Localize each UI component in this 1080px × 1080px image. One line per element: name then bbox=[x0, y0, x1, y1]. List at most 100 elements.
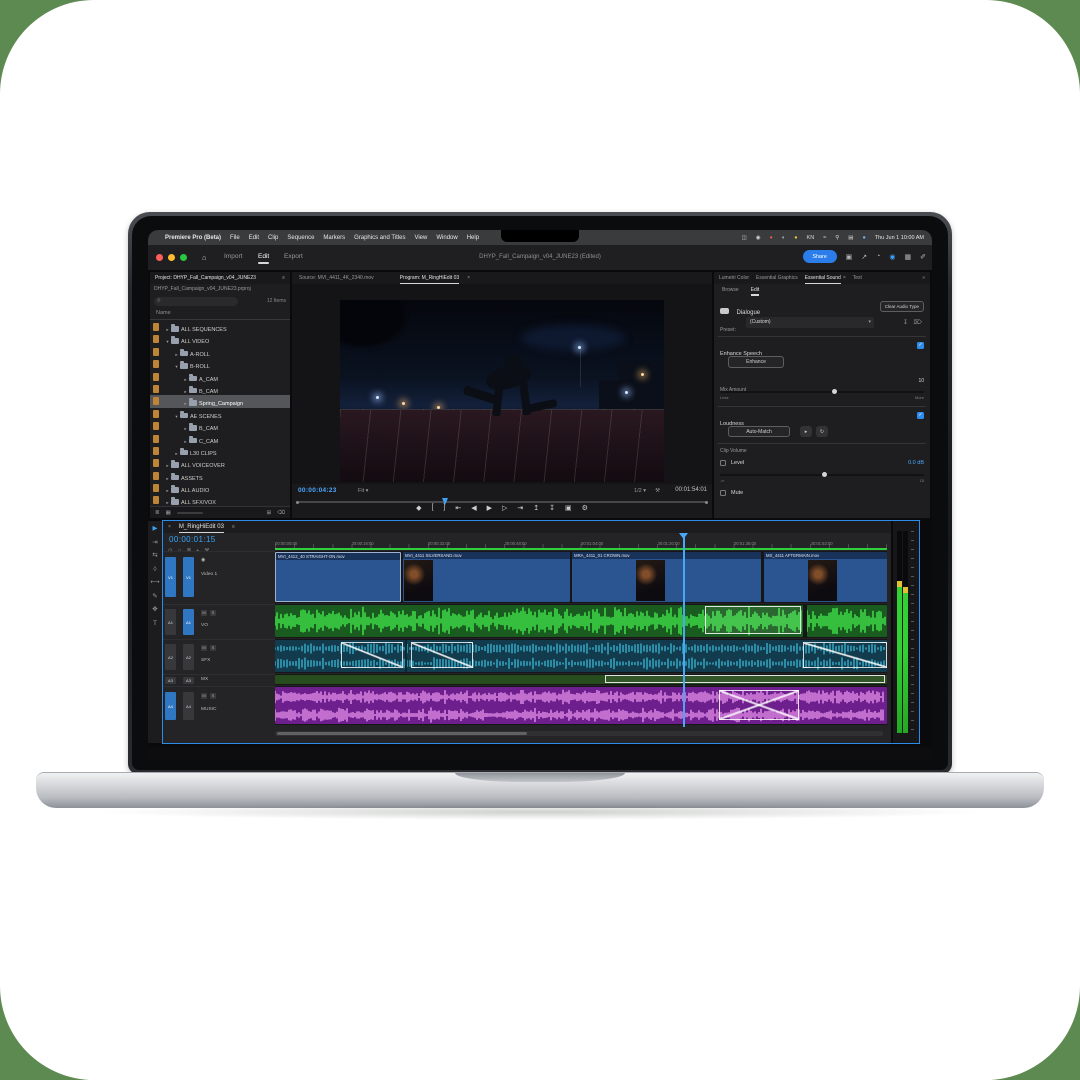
bin-row[interactable]: ▾AE SCENES bbox=[150, 408, 290, 420]
label-color-chip[interactable] bbox=[153, 335, 159, 343]
audio-crossfade[interactable] bbox=[719, 690, 799, 720]
panel-menu-icon[interactable]: ≡ bbox=[282, 275, 285, 281]
track-header-a4[interactable]: A4 A4 M S MUSIC bbox=[163, 686, 275, 725]
clip-selection-outline[interactable] bbox=[605, 675, 885, 683]
bin-row-selected[interactable]: ▸Spring_Campaign bbox=[150, 395, 290, 407]
track-target[interactable]: A1 bbox=[183, 609, 194, 635]
subtab-browse[interactable]: Browse bbox=[722, 287, 739, 293]
close-window-button[interactable] bbox=[156, 254, 163, 261]
track-header-v1[interactable]: V1 V1 ◉ Video 1 bbox=[163, 551, 275, 603]
solo-track-button[interactable]: S bbox=[210, 693, 216, 699]
display-status-icon[interactable]: ◫ bbox=[742, 235, 747, 241]
collaborate-icon[interactable]: ◉ bbox=[889, 253, 895, 261]
playhead-line[interactable] bbox=[683, 533, 685, 727]
mute-track-button[interactable]: M bbox=[201, 610, 207, 616]
label-color-chip[interactable] bbox=[153, 385, 159, 393]
source-patch[interactable]: A4 bbox=[165, 692, 176, 720]
monitor-settings-icon[interactable]: ⚒ bbox=[655, 488, 660, 494]
menu-sequence[interactable]: Sequence bbox=[287, 235, 314, 241]
track-name[interactable]: MX bbox=[201, 677, 208, 682]
bin-row[interactable]: ▾ALL VIDEO bbox=[150, 333, 290, 345]
razor-tool[interactable]: ◊ bbox=[153, 566, 156, 574]
hand-tool[interactable]: ✥ bbox=[152, 606, 157, 614]
label-color-chip[interactable] bbox=[153, 323, 159, 331]
delete-icon[interactable]: ⌫ bbox=[277, 510, 285, 516]
video-clip[interactable]: MX_4411 AFTERMAIN.mov bbox=[764, 552, 887, 602]
home-icon[interactable]: ⌂ bbox=[202, 253, 207, 262]
zoom-window-button[interactable] bbox=[180, 254, 187, 261]
panel-overflow-icon[interactable]: » bbox=[922, 275, 925, 281]
play-button[interactable]: ▶ bbox=[487, 504, 492, 512]
track-header-a2[interactable]: A2 A2 M S SFX bbox=[163, 639, 275, 673]
icon-view-icon[interactable]: ▦ bbox=[166, 510, 171, 516]
program-timecode[interactable]: 00:00:04:23 bbox=[298, 487, 337, 494]
type-tool[interactable]: T bbox=[153, 620, 157, 628]
notification-status-icon[interactable]: ● bbox=[770, 235, 773, 241]
stage-manager-status-icon[interactable]: ● bbox=[794, 235, 797, 241]
source-monitor-tab[interactable]: Source: MVI_4411_4K_2340.mov bbox=[299, 275, 374, 281]
subtab-edit[interactable]: Edit bbox=[751, 287, 760, 293]
loudness-reset-button[interactable]: ↻ bbox=[816, 426, 828, 437]
slider-knob[interactable] bbox=[822, 472, 827, 477]
audio-track-a4[interactable] bbox=[275, 686, 887, 725]
lift-button[interactable]: ↥ bbox=[533, 504, 539, 512]
track-name[interactable]: VO bbox=[201, 623, 208, 628]
label-color-chip[interactable] bbox=[153, 422, 159, 430]
timeline-timecode[interactable]: 00:00:01:15 bbox=[169, 535, 216, 544]
menu-file[interactable]: File bbox=[230, 235, 240, 241]
step-back-button[interactable]: ◀ bbox=[471, 504, 476, 512]
minimize-window-button[interactable] bbox=[168, 254, 175, 261]
level-slider[interactable] bbox=[720, 474, 924, 476]
workspaces-icon[interactable]: ▦ bbox=[905, 253, 912, 261]
name-column-header[interactable]: Name bbox=[156, 310, 171, 316]
track-name[interactable]: MUSIC bbox=[201, 707, 216, 712]
save-preset-icon[interactable]: ↧ bbox=[903, 319, 908, 326]
search-status-icon[interactable]: ⚲ bbox=[835, 235, 839, 241]
track-target[interactable]: A3 bbox=[183, 677, 194, 684]
go-to-out-button[interactable]: ⇥ bbox=[517, 504, 523, 512]
label-color-chip[interactable] bbox=[153, 360, 159, 368]
track-target[interactable]: A4 bbox=[183, 692, 194, 720]
solo-track-button[interactable]: S bbox=[210, 645, 216, 651]
tab-essential-sound[interactable]: Essential Sound bbox=[805, 275, 841, 281]
project-breadcrumb[interactable]: DHYP_Fall_Campaign_v04_JUNE23.prproj bbox=[154, 286, 286, 292]
control-center-icon[interactable]: ▤ bbox=[848, 235, 853, 241]
ripple-edit-tool[interactable]: ⇆ bbox=[152, 552, 157, 560]
mode-tab-import[interactable]: Import bbox=[224, 253, 242, 260]
menu-clip[interactable]: Clip bbox=[268, 235, 278, 241]
timeline-horizontal-scrollbar[interactable] bbox=[275, 731, 883, 736]
wifi-status-icon[interactable]: ≈ bbox=[823, 235, 826, 241]
level-checkbox[interactable] bbox=[720, 460, 726, 466]
add-marker-button[interactable]: ◆ bbox=[416, 504, 421, 512]
loudness-checkbox[interactable]: ✓ bbox=[917, 412, 924, 419]
track-name[interactable]: SFX bbox=[201, 658, 210, 663]
enhance-speech-checkbox[interactable]: ✓ bbox=[917, 342, 924, 349]
menu-edit[interactable]: Edit bbox=[249, 235, 259, 241]
bin-row[interactable]: ▸ALL SFX/VOX bbox=[150, 494, 290, 506]
app-menu[interactable]: Premiere Pro (Beta) bbox=[165, 235, 221, 241]
close-tab-icon[interactable]: × bbox=[467, 275, 470, 281]
export-frame-button[interactable]: ▣ bbox=[565, 504, 572, 512]
mix-amount-slider[interactable] bbox=[720, 391, 924, 393]
menu-help[interactable]: Help bbox=[467, 235, 479, 241]
bin-row[interactable]: ▸ALL AUDIO bbox=[150, 482, 290, 494]
source-patch[interactable]: A2 bbox=[165, 644, 176, 670]
video-clip[interactable]: MVI_4411 SILVERSAND.mov bbox=[403, 552, 570, 602]
frame-io-icon[interactable]: ▣ bbox=[846, 253, 853, 261]
bin-row[interactable]: ▸B_CAM bbox=[150, 383, 290, 395]
record-status-icon[interactable]: ◉ bbox=[756, 235, 761, 241]
mute-track-button[interactable]: M bbox=[201, 645, 207, 651]
monitor-settings-button[interactable]: ⚙ bbox=[582, 504, 588, 512]
tab-lumetri-color[interactable]: Lumetri Color bbox=[719, 275, 749, 281]
toggle-track-output-icon[interactable]: ◉ bbox=[201, 558, 205, 563]
track-target[interactable]: A2 bbox=[183, 644, 194, 670]
project-tab[interactable]: Project: DHYP_Fall_Campaign_v04_JUNE23 bbox=[155, 275, 256, 281]
audio-clip-vo[interactable] bbox=[807, 605, 887, 637]
label-color-chip[interactable] bbox=[153, 447, 159, 455]
preset-dropdown[interactable]: (Custom) ▾ bbox=[746, 317, 874, 328]
label-color-chip[interactable] bbox=[153, 397, 159, 405]
siri-status-icon[interactable]: ● bbox=[862, 235, 865, 241]
clear-audio-type-button[interactable]: Clear Audio Type bbox=[880, 301, 924, 312]
program-monitor-tab[interactable]: Program: M_RingHiEdit 03 bbox=[400, 275, 459, 281]
bin-row[interactable]: ▾B-ROLL bbox=[150, 358, 290, 370]
